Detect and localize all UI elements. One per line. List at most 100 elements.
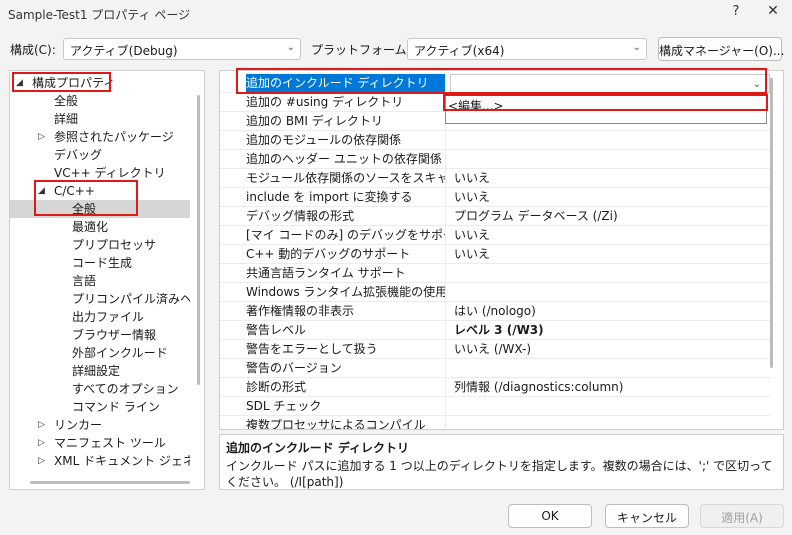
cancel-button[interactable]: キャンセル: [605, 504, 689, 528]
property-grid[interactable]: 追加のインクルード ディレクトリ ⌄ 追加の #using ディレクトリ 追加の BM…: [219, 70, 784, 430]
property-value[interactable]: [450, 397, 770, 416]
tree-item[interactable]: ▷ 参照されたパッケージ: [10, 128, 190, 146]
configuration-combo[interactable]: アクティブ(Debug) ⌄: [63, 38, 301, 60]
property-name[interactable]: include を import に変換する: [246, 188, 446, 207]
tree-item-label: すべてのオプション: [72, 382, 179, 396]
property-value[interactable]: [450, 283, 770, 302]
tree-item[interactable]: すべてのオプション: [10, 380, 190, 398]
tree-item[interactable]: コード生成: [10, 254, 190, 272]
property-name[interactable]: 警告のバージョン: [246, 359, 446, 378]
collapsed-arrow-icon[interactable]: ▷: [38, 452, 45, 470]
tree-item[interactable]: ▷ XML ドキュメント ジェネレーター: [10, 452, 190, 470]
tree-item[interactable]: 最適化: [10, 218, 190, 236]
property-row[interactable]: 診断の形式 列情報 (/diagnostics:column): [220, 378, 771, 397]
tree-item[interactable]: プリプロセッサ: [10, 236, 190, 254]
tree-item[interactable]: 詳細: [10, 110, 190, 128]
tree-item[interactable]: ◢ 構成プロパティ: [10, 74, 190, 92]
property-name[interactable]: [マイ コードのみ] のデバッグをサポートする: [246, 226, 446, 245]
collapsed-arrow-icon[interactable]: ▷: [38, 434, 45, 452]
property-value[interactable]: はい (/nologo): [450, 302, 770, 321]
property-name[interactable]: 診断の形式: [246, 378, 446, 397]
property-row[interactable]: 警告のバージョン: [220, 359, 771, 378]
tree-item[interactable]: 全般: [10, 92, 190, 110]
property-row[interactable]: C++ 動的デバッグのサポート いいえ: [220, 245, 771, 264]
tree-item[interactable]: 外部インクルード: [10, 344, 190, 362]
tree-horizontal-scrollbar[interactable]: [30, 481, 190, 484]
collapsed-arrow-icon[interactable]: ▷: [38, 416, 45, 434]
property-row[interactable]: 警告レベル レベル 3 (/W3): [220, 321, 771, 340]
ok-button[interactable]: OK: [508, 504, 592, 528]
property-name[interactable]: 警告をエラーとして扱う: [246, 340, 446, 359]
tree-item[interactable]: 全般: [10, 200, 190, 218]
tree-item[interactable]: ◢ C/C++: [10, 182, 190, 200]
property-name[interactable]: 追加のモジュールの依存関係: [246, 131, 446, 150]
grid-vertical-scrollbar[interactable]: [770, 78, 773, 368]
property-value[interactable]: [450, 131, 770, 150]
property-value[interactable]: [450, 359, 770, 378]
tree-item-label: 出力ファイル: [72, 310, 145, 324]
property-value[interactable]: [450, 416, 770, 429]
property-name[interactable]: モジュール依存関係のソースをスキャンする: [246, 169, 446, 188]
property-name[interactable]: C++ 動的デバッグのサポート: [246, 245, 446, 264]
property-row[interactable]: 著作権情報の非表示 はい (/nologo): [220, 302, 771, 321]
property-row[interactable]: デバッグ情報の形式 プログラム データベース (/Zi): [220, 207, 771, 226]
property-row[interactable]: モジュール依存関係のソースをスキャンするいいえ: [220, 169, 771, 188]
tree-item[interactable]: ブラウザー情報: [10, 326, 190, 344]
property-value[interactable]: いいえ: [450, 169, 770, 188]
property-name[interactable]: 著作権情報の非表示: [246, 302, 446, 321]
tree-item[interactable]: ▷ マニフェスト ツール: [10, 434, 190, 452]
property-name[interactable]: Windows ランタイム拡張機能の使用: [246, 283, 446, 302]
expanded-arrow-icon[interactable]: ◢: [38, 182, 45, 200]
property-name[interactable]: 共通言語ランタイム サポート: [246, 264, 446, 283]
property-name[interactable]: 複数プロセッサによるコンパイル: [246, 416, 446, 429]
property-name[interactable]: 警告レベル: [246, 321, 446, 340]
property-row[interactable]: [マイ コードのみ] のデバッグをサポートするいいえ: [220, 226, 771, 245]
tree-vertical-scrollbar[interactable]: [197, 95, 200, 385]
tree-item[interactable]: コマンド ライン: [10, 398, 190, 416]
help-button[interactable]: ?: [724, 4, 748, 24]
tree-item[interactable]: ▷ リンカー: [10, 416, 190, 434]
property-value[interactable]: いいえ: [450, 188, 770, 207]
property-row[interactable]: 複数プロセッサによるコンパイル: [220, 416, 771, 429]
property-row[interactable]: 追加のインクルード ディレクトリ ⌄: [220, 74, 771, 93]
chevron-down-icon[interactable]: ⌄: [753, 75, 761, 92]
property-value[interactable]: 列情報 (/diagnostics:column): [450, 378, 770, 397]
property-value[interactable]: レベル 3 (/W3): [450, 321, 770, 340]
apply-button[interactable]: 適用(A): [700, 504, 784, 528]
configuration-manager-button[interactable]: 構成マネージャー(O)...: [658, 37, 784, 61]
property-row[interactable]: Windows ランタイム拡張機能の使用: [220, 283, 771, 302]
property-name[interactable]: 追加の BMI ディレクトリ: [246, 112, 446, 131]
property-value[interactable]: いいえ: [450, 226, 770, 245]
property-name[interactable]: SDL チェック: [246, 397, 446, 416]
property-row[interactable]: 共通言語ランタイム サポート: [220, 264, 771, 283]
tree-item[interactable]: 詳細設定: [10, 362, 190, 380]
property-value[interactable]: いいえ: [450, 245, 770, 264]
property-name[interactable]: 追加のヘッダー ユニットの依存関係: [246, 150, 446, 169]
property-name[interactable]: 追加のインクルード ディレクトリ: [246, 74, 446, 93]
tree-item[interactable]: デバッグ: [10, 146, 190, 164]
property-name[interactable]: デバッグ情報の形式: [246, 207, 446, 226]
property-row[interactable]: 追加のヘッダー ユニットの依存関係: [220, 150, 771, 169]
include-dirs-dropdown[interactable]: <編集...>: [445, 94, 767, 124]
property-row[interactable]: 追加のモジュールの依存関係: [220, 131, 771, 150]
property-value[interactable]: いいえ (/WX-): [450, 340, 770, 359]
tree-item-label: 言語: [72, 274, 97, 288]
property-tree[interactable]: ◢ 構成プロパティ 全般 詳細 ▷ 参照されたパッケージ デバッグ VC++ ディレクトリ ◢ C…: [9, 70, 205, 490]
property-value[interactable]: [450, 264, 770, 283]
property-name[interactable]: 追加の #using ディレクトリ: [246, 93, 446, 112]
property-row[interactable]: 警告をエラーとして扱う いいえ (/WX-): [220, 340, 771, 359]
tree-item[interactable]: プリコンパイル済みヘッダー: [10, 290, 190, 308]
edit-option[interactable]: <編集...>: [448, 97, 504, 114]
tree-item[interactable]: 出力ファイル: [10, 308, 190, 326]
tree-item[interactable]: 言語: [10, 272, 190, 290]
tree-item[interactable]: VC++ ディレクトリ: [10, 164, 190, 182]
expanded-arrow-icon[interactable]: ◢: [16, 74, 23, 92]
property-value[interactable]: [450, 150, 770, 169]
platform-combo[interactable]: アクティブ(x64) ⌄: [407, 38, 647, 60]
property-value[interactable]: プログラム データベース (/Zi): [450, 207, 770, 226]
property-row[interactable]: SDL チェック: [220, 397, 771, 416]
property-row[interactable]: include を import に変換する いいえ: [220, 188, 771, 207]
close-button[interactable]: ✕: [760, 3, 786, 25]
collapsed-arrow-icon[interactable]: ▷: [38, 128, 45, 146]
property-value[interactable]: ⌄: [450, 74, 770, 93]
